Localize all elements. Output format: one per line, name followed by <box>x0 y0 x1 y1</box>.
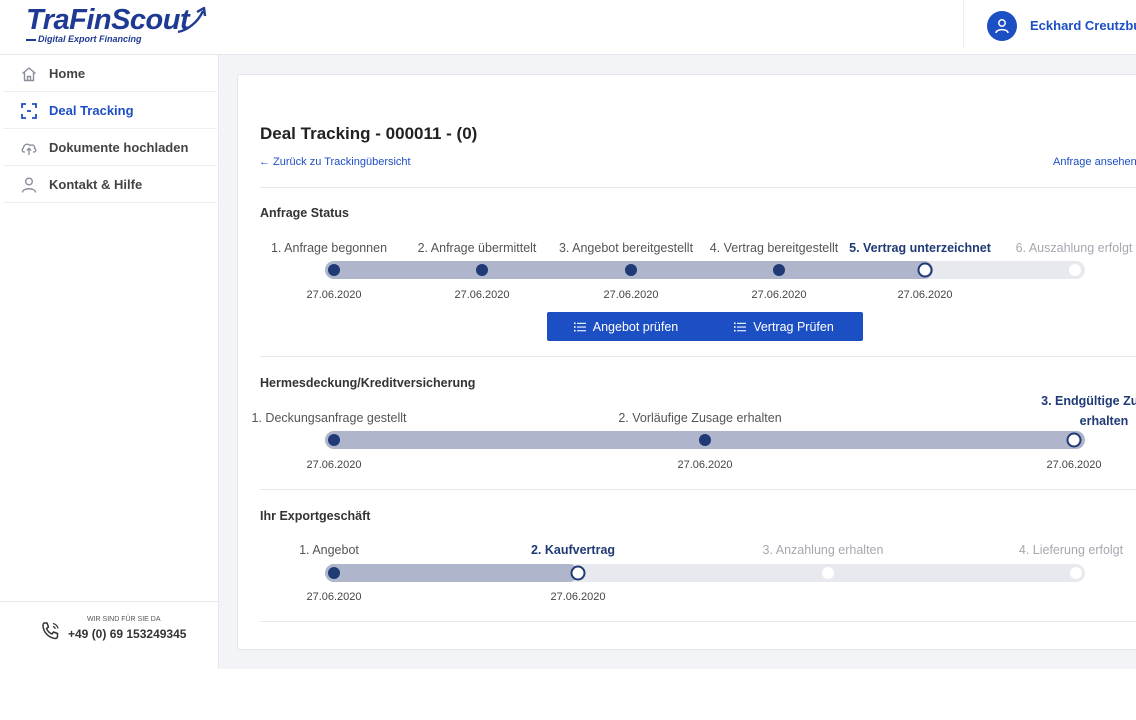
step-date: 27.06.2020 <box>677 459 733 471</box>
app-header: TraFinScout Digital Export Financing Eck… <box>0 0 1136 55</box>
step-label: 5. Vertrag unterzeichnet <box>849 241 991 255</box>
step-marker <box>328 264 340 276</box>
step-marker <box>1070 567 1082 579</box>
section-title-hermes-coverage: Hermesdeckung/Kreditversicherung <box>260 376 476 390</box>
step-label: 1. Anfrage begonnen <box>270 241 388 255</box>
divider <box>260 187 1136 188</box>
step-date: 27.06.2020 <box>306 459 362 471</box>
progress-track <box>325 261 1085 279</box>
step-label: 3. Anzahlung erhalten <box>762 543 884 557</box>
view-request-link[interactable]: Anfrage ansehen <box>1053 156 1136 168</box>
sidebar-item-label: Home <box>49 66 86 81</box>
step-marker <box>476 264 488 276</box>
user-icon <box>995 19 1009 34</box>
logo-arrow-icon <box>177 6 207 34</box>
step-date: 27.06.2020 <box>1046 459 1102 471</box>
sidebar-item-contact[interactable]: Kontakt & Hilfe <box>3 166 217 203</box>
sidebar-item-documents[interactable]: Dokumente hochladen <box>3 129 217 166</box>
check-offer-label: Angebot prüfen <box>592 319 679 334</box>
step-date: 27.06.2020 <box>306 289 362 301</box>
sidebar-item-home[interactable]: Home <box>3 55 217 92</box>
step-date: 27.06.2020 <box>550 591 606 603</box>
step-date: 27.06.2020 <box>603 289 659 301</box>
step-label-line: 3. Endgültige Zusage <box>1041 394 1136 408</box>
list-icon <box>734 322 747 331</box>
sidebar-item-deal-tracking[interactable]: Deal Tracking <box>3 92 217 129</box>
step-label: 3. Angebot bereitgestellt <box>558 241 694 255</box>
step-marker <box>625 264 637 276</box>
contact-phone[interactable]: +49 (0) 69 153249345 <box>68 627 186 641</box>
step-marker <box>773 264 785 276</box>
trafinscout-logo[interactable]: TraFinScout Digital Export Financing <box>26 4 216 48</box>
logo-underline <box>26 39 36 41</box>
step-label: 1. Deckungsanfrage gestellt <box>251 411 407 425</box>
action-button-group: Angebot prüfen Vertrag Prüfen <box>547 312 863 341</box>
step-marker <box>570 565 586 581</box>
progress-track <box>325 564 1085 582</box>
step-label: 2. Vorläufige Zusage erhalten <box>618 411 782 425</box>
step-marker <box>822 567 834 579</box>
step-label: 3. Endgültige Zusage erhalten <box>1041 391 1136 431</box>
user-avatar[interactable] <box>987 11 1017 41</box>
check-offer-button[interactable]: Angebot prüfen <box>547 312 705 341</box>
page-title: Deal Tracking - 000011 - (0) <box>260 124 478 143</box>
step-label: 2. Anfrage übermittelt <box>417 241 537 255</box>
contact-footer: WIR SIND FÜR SIE DA +49 (0) 69 153249345 <box>0 601 218 669</box>
step-label: 4. Lieferung erfolgt <box>1018 543 1124 557</box>
step-date: 27.06.2020 <box>454 289 510 301</box>
step-date: 27.06.2020 <box>897 289 953 301</box>
list-icon <box>573 322 586 331</box>
section-title-request-status: Anfrage Status <box>260 206 349 220</box>
header-divider <box>963 0 964 48</box>
check-contract-button[interactable]: Vertrag Prüfen <box>705 312 863 341</box>
divider <box>260 356 1136 357</box>
scan-icon <box>21 103 37 119</box>
step-date: 27.06.2020 <box>306 591 362 603</box>
sidebar: Home Deal Tracking Dokumente hochladen K… <box>0 55 219 669</box>
logo-text: TraFinScout <box>26 4 190 36</box>
user-icon <box>21 177 37 193</box>
sidebar-item-label: Kontakt & Hilfe <box>49 177 143 192</box>
step-label: 6. Auszahlung erfolgt <box>1015 241 1133 255</box>
divider <box>260 621 1136 622</box>
step-marker <box>1066 432 1082 448</box>
logo-tagline: Digital Export Financing <box>38 34 142 44</box>
step-marker <box>328 434 340 446</box>
divider <box>260 489 1136 490</box>
progress-fill <box>325 564 578 582</box>
home-icon <box>22 67 36 82</box>
step-label: 2. Kaufvertrag <box>530 543 616 557</box>
cloud-upload-icon <box>21 143 37 155</box>
step-marker <box>1069 264 1081 276</box>
step-label: 1. Angebot <box>299 543 359 557</box>
step-date: 27.06.2020 <box>751 289 807 301</box>
contact-caption: WIR SIND FÜR SIE DA <box>87 616 161 623</box>
check-contract-label: Vertrag Prüfen <box>753 319 834 334</box>
step-label-line: erhalten <box>1079 414 1129 428</box>
sidebar-item-label: Dokumente hochladen <box>49 140 189 155</box>
back-to-overview-link[interactable]: ← Zurück zu Trackingübersicht <box>259 156 411 168</box>
user-name[interactable]: Eckhard Creutzburg <box>1030 18 1136 33</box>
sidebar-item-label: Deal Tracking <box>49 103 134 118</box>
step-marker <box>917 262 933 278</box>
step-marker <box>699 434 711 446</box>
step-marker <box>328 567 340 579</box>
step-label: 4. Vertrag bereitgestellt <box>709 241 839 255</box>
section-title-export-business: Ihr Exportgeschäft <box>260 509 371 523</box>
phone-icon <box>42 622 59 640</box>
